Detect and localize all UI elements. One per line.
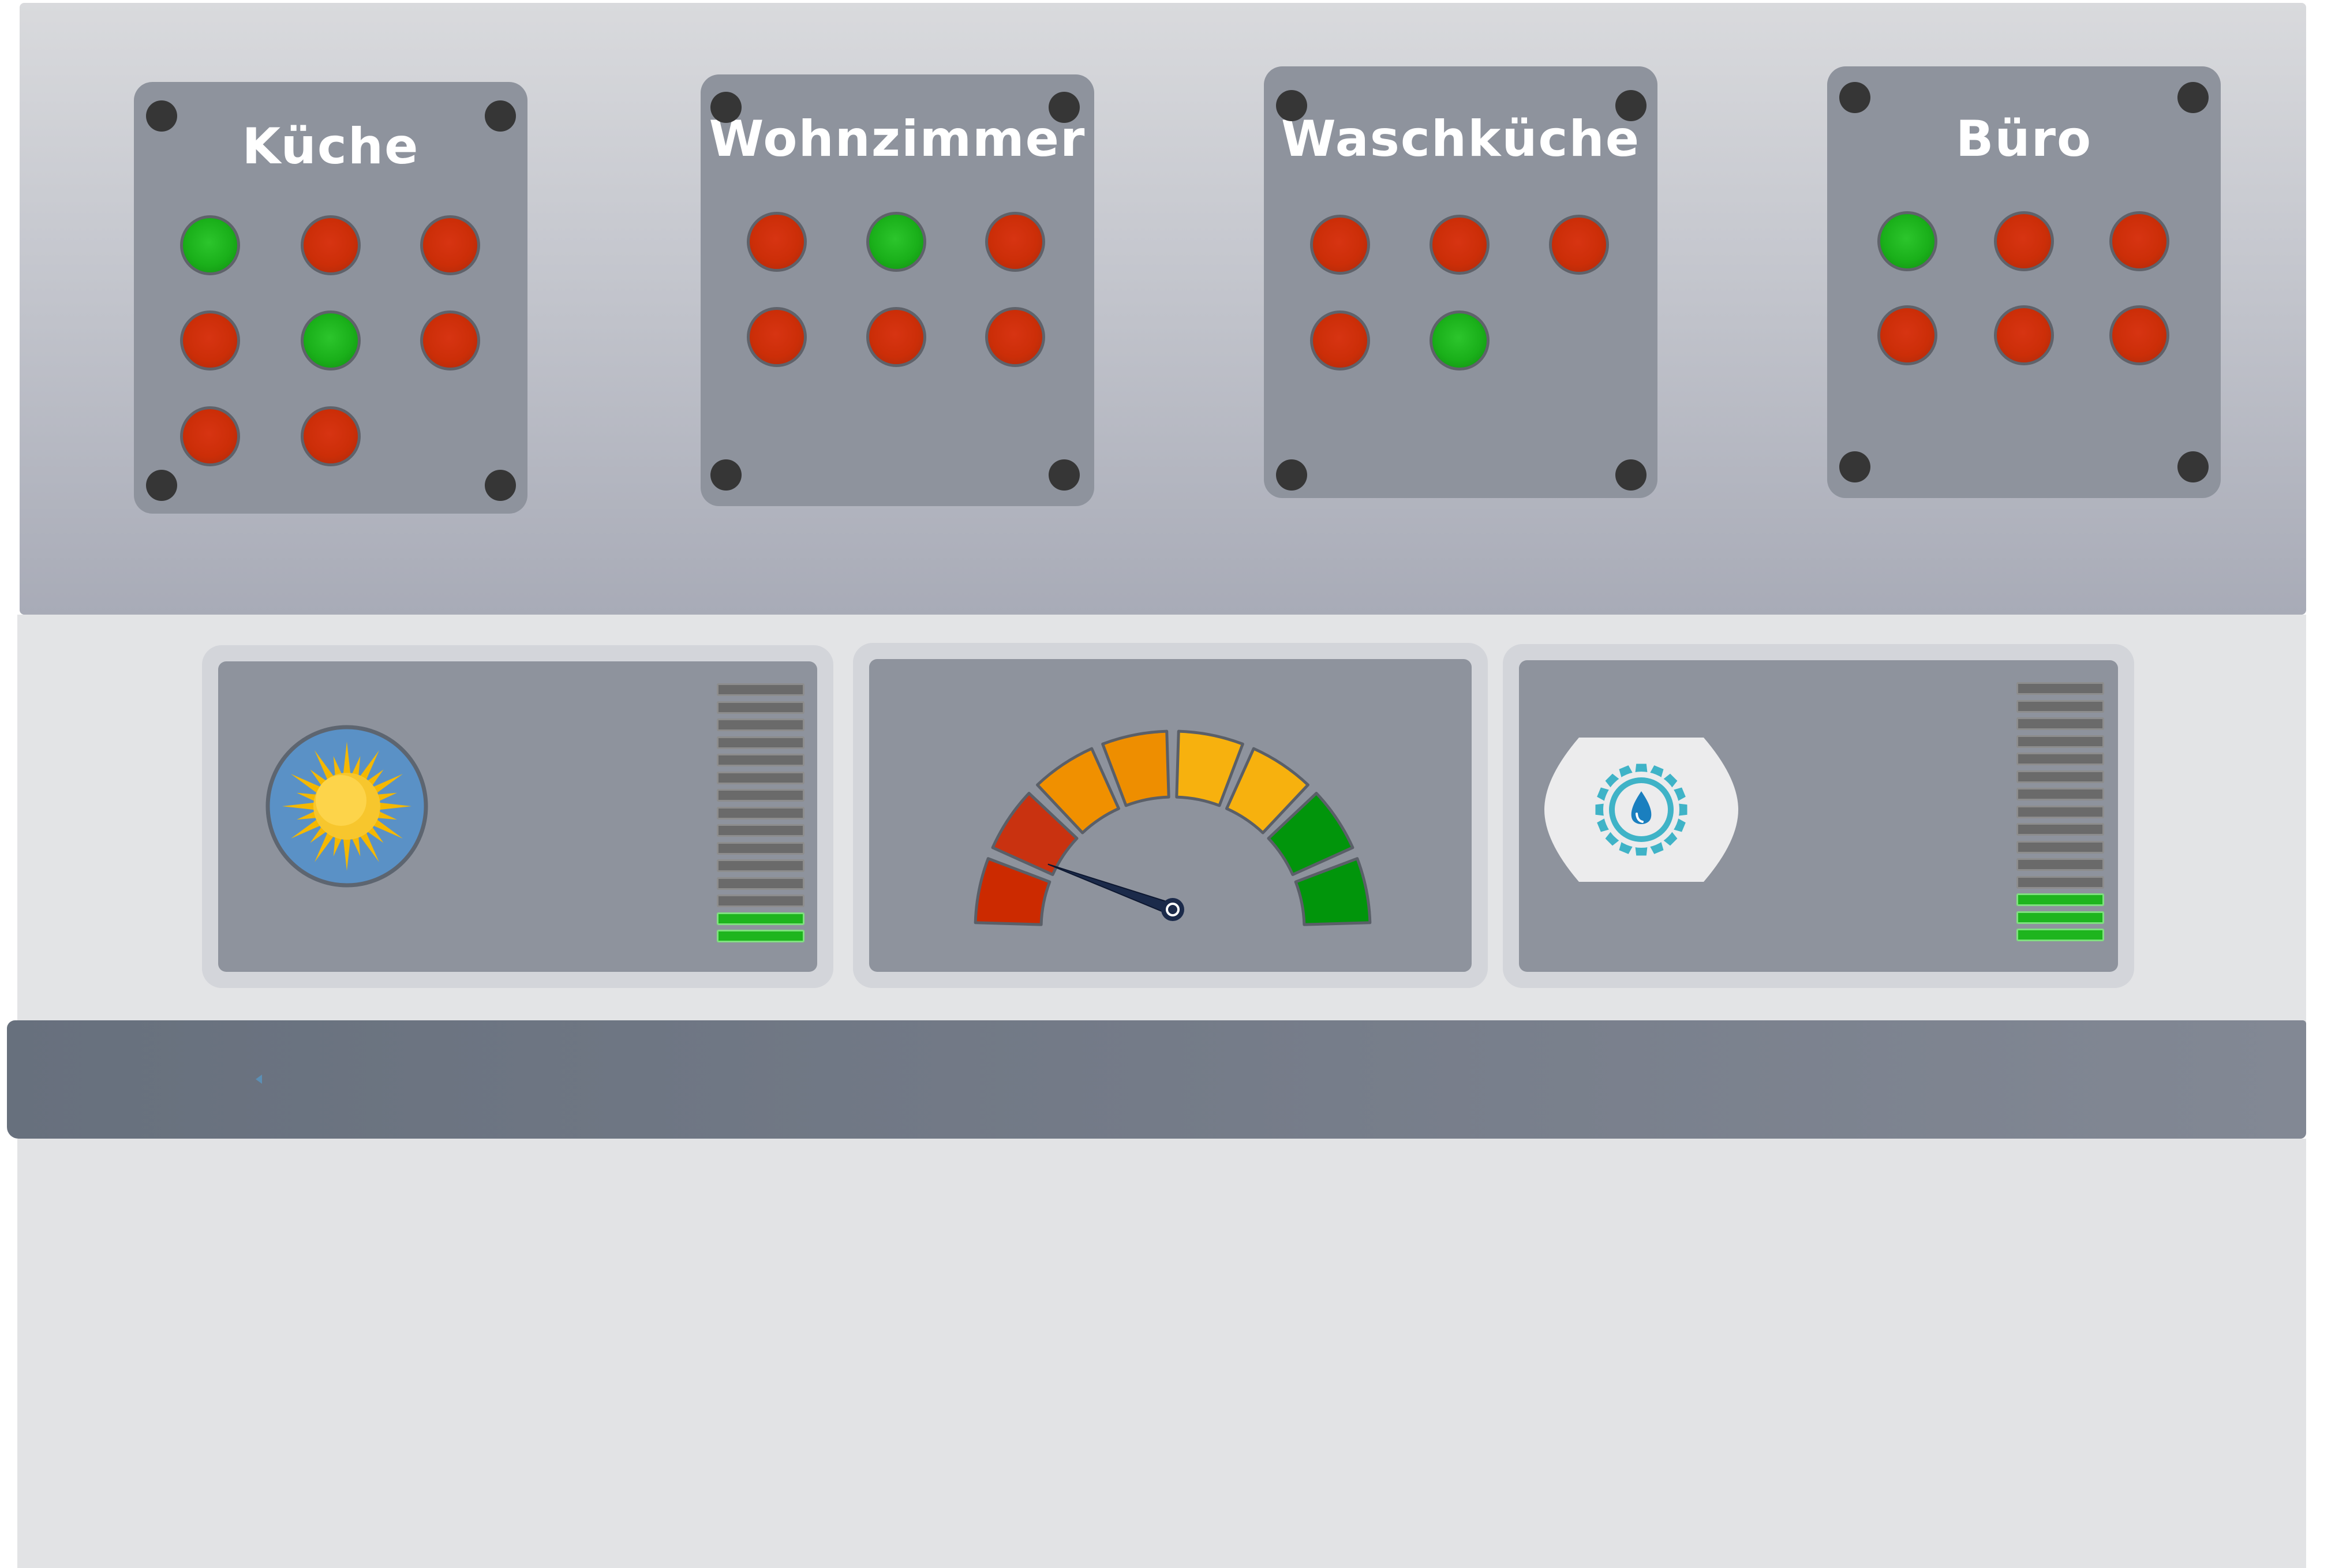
light-toggle[interactable] <box>180 310 240 371</box>
screw-icon <box>2177 451 2209 482</box>
light-toggle[interactable] <box>1877 305 1937 365</box>
room-panel-waschkueche: Waschküche <box>1264 66 1657 498</box>
screw-icon <box>710 92 742 123</box>
water-level-meter <box>2016 682 2104 942</box>
screw-icon <box>1839 82 1870 113</box>
gauge <box>974 729 1372 926</box>
level-segment <box>2016 806 2104 818</box>
screw-icon <box>485 100 516 132</box>
light-toggle[interactable] <box>866 307 926 367</box>
level-segment <box>2016 893 2104 906</box>
screw-icon <box>146 100 177 132</box>
level-segment <box>2016 753 2104 765</box>
level-segment <box>2016 735 2104 748</box>
light-toggle[interactable] <box>2109 211 2169 271</box>
light-toggle[interactable] <box>1310 215 1370 275</box>
room-title: Büro <box>1955 110 2093 168</box>
level-segment <box>2016 876 2104 889</box>
light-toggle[interactable] <box>747 307 807 367</box>
light-toggle[interactable] <box>985 307 1045 367</box>
status-strip <box>7 1020 2306 1139</box>
water-module <box>1503 644 2134 988</box>
room-title: Waschküche <box>1281 110 1641 168</box>
light-toggle[interactable] <box>985 212 1045 272</box>
light-toggle[interactable] <box>420 215 480 275</box>
level-segment <box>2016 682 2104 695</box>
screw-icon <box>1276 459 1307 491</box>
screw-icon <box>1049 459 1080 491</box>
light-toggle[interactable] <box>301 406 361 466</box>
screw-icon <box>485 470 516 501</box>
sun-module <box>202 645 833 988</box>
level-segment <box>717 895 804 907</box>
empty-content-area <box>17 1139 2306 1568</box>
level-segment <box>2016 717 2104 730</box>
light-toggle[interactable] <box>1310 310 1370 371</box>
level-segment <box>717 912 804 925</box>
light-toggle[interactable] <box>2109 305 2169 365</box>
room-panel-wohnzimmer: Wohnzimmer <box>701 74 1094 506</box>
level-segment <box>717 683 804 696</box>
screw-icon <box>1276 90 1307 121</box>
level-segment <box>2016 823 2104 836</box>
level-segment <box>2016 911 2104 924</box>
room-title: Wohnzimmer <box>709 110 1086 168</box>
level-segment <box>2016 770 2104 783</box>
light-toggle[interactable] <box>1430 215 1490 275</box>
level-segment <box>2016 858 2104 871</box>
light-toggle[interactable] <box>1994 211 2054 271</box>
light-toggle[interactable] <box>180 406 240 466</box>
brightness-level-meter <box>717 683 804 943</box>
level-segment <box>2016 841 2104 854</box>
light-toggle[interactable] <box>301 310 361 371</box>
screw-icon <box>146 470 177 501</box>
level-segment <box>717 701 804 714</box>
light-toggle[interactable] <box>866 212 926 272</box>
level-segment <box>717 789 804 802</box>
level-segment <box>717 772 804 784</box>
level-segment <box>2016 700 2104 713</box>
sun-icon[interactable] <box>265 725 428 888</box>
light-toggle[interactable] <box>747 212 807 272</box>
screw-icon <box>1615 90 1647 121</box>
room-title: Küche <box>242 118 420 175</box>
gauge-module <box>853 643 1488 988</box>
play-left-icon <box>256 1075 262 1084</box>
light-toggle[interactable] <box>1430 310 1490 371</box>
level-segment <box>717 718 804 731</box>
level-segment <box>717 859 804 872</box>
level-segment <box>717 754 804 766</box>
level-segment <box>717 877 804 890</box>
screw-icon <box>1839 451 1870 482</box>
room-panel-buero: Büro <box>1827 66 2221 498</box>
light-toggle[interactable] <box>1994 305 2054 365</box>
water-drop-gear-icon[interactable] <box>1544 738 1738 882</box>
level-segment <box>717 736 804 749</box>
light-toggle[interactable] <box>180 215 240 275</box>
level-segment <box>2016 788 2104 800</box>
screw-icon <box>2177 82 2209 113</box>
light-toggle[interactable] <box>301 215 361 275</box>
level-segment <box>717 842 804 855</box>
level-segment <box>2016 929 2104 941</box>
level-segment <box>717 930 804 942</box>
level-segment <box>717 824 804 837</box>
light-toggle[interactable] <box>1549 215 1609 275</box>
gauge-needle[interactable] <box>1047 863 1184 921</box>
light-toggle[interactable] <box>420 310 480 371</box>
level-segment <box>717 807 804 819</box>
screw-icon <box>1615 459 1647 491</box>
screw-icon <box>710 459 742 491</box>
light-toggle[interactable] <box>1877 211 1937 271</box>
room-panel-kueche: Küche <box>134 82 527 514</box>
screw-icon <box>1049 92 1080 123</box>
